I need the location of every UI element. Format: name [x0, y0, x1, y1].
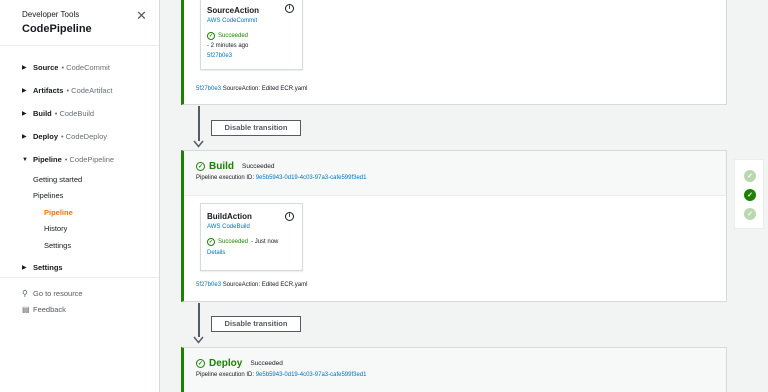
- stage-overview-panel: ✓ ✓ ✓: [734, 159, 764, 229]
- action-card-build: BuildAction i AWS CodeBuild ✓ Succeeded …: [200, 203, 303, 271]
- close-icon[interactable]: ✕: [136, 9, 147, 22]
- action-details-link[interactable]: Details: [207, 250, 302, 256]
- stage-deploy: ✓ Deploy Succeeded Pipeline execution ID…: [181, 347, 727, 392]
- sidebar-nav: ▶ Source • CodeCommit ▶ Artifacts • Code…: [0, 46, 159, 279]
- arrow-down-icon: [193, 336, 204, 344]
- group-sublabel: • CodePipeline: [64, 155, 115, 164]
- group-sublabel: • CodeCommit: [61, 63, 110, 72]
- check-circle-icon: ✓: [207, 238, 215, 246]
- transition-arrow-line: [198, 303, 200, 337]
- feedback-link[interactable]: ▤ Feedback: [22, 305, 66, 314]
- stage-commit-line: 5f27b0e3 SourceAction: Edited ECR.yaml: [196, 282, 307, 288]
- commit-id-link[interactable]: 5f27b0e3: [196, 282, 221, 288]
- sidebar-divider: [0, 277, 159, 278]
- action-status-label: Succeeded: [218, 239, 249, 245]
- caret-right-icon: ▶: [22, 134, 27, 140]
- disable-transition-button[interactable]: Disable transition: [211, 316, 301, 332]
- sidebar-group-build[interactable]: ▶ Build • CodeBuild: [0, 102, 159, 125]
- group-sublabel: • CodeDeploy: [61, 132, 108, 141]
- action-status: ✓ Succeeded - Just now: [207, 238, 302, 246]
- execution-id-link[interactable]: 9e5b5943-0d19-4c03-97a3-cafe599f3ed1: [256, 175, 367, 181]
- group-label: Deploy: [33, 132, 59, 141]
- search-icon: ⚲: [22, 289, 28, 298]
- execution-id-label: Pipeline execution ID:: [196, 372, 255, 378]
- group-label: Pipeline: [33, 155, 62, 164]
- check-circle-icon[interactable]: ✓: [744, 170, 756, 182]
- action-provider-link[interactable]: AWS CodeBuild: [207, 224, 302, 230]
- group-sublabel: • CodeArtifact: [66, 86, 113, 95]
- sidebar-item-settings[interactable]: Settings: [0, 237, 159, 254]
- stage-build: ✓ Build Succeeded Pipeline execution ID:…: [181, 150, 727, 302]
- check-circle-icon: ✓: [207, 32, 215, 40]
- stage-status: Succeeded: [242, 163, 275, 170]
- check-circle-icon: ✓: [196, 162, 205, 171]
- group-label: Settings: [33, 262, 63, 272]
- action-provider-link[interactable]: AWS CodeCommit: [207, 18, 302, 24]
- arrow-down-icon: [193, 140, 204, 148]
- action-status-label: Succeeded: [218, 33, 249, 39]
- commit-id-link[interactable]: 5f27b0e3: [196, 86, 221, 92]
- sidebar-item-pipeline[interactable]: Pipeline: [0, 204, 159, 221]
- sidebar-group-pipeline[interactable]: ▼ Pipeline • CodePipeline: [0, 148, 159, 171]
- action-time: - Just now: [251, 239, 279, 245]
- stage-header: ✓ Deploy Succeeded Pipeline execution ID…: [184, 348, 726, 392]
- info-icon[interactable]: i: [285, 212, 294, 221]
- stage-header: ✓ Build Succeeded Pipeline execution ID:…: [184, 151, 726, 196]
- go-to-resource-label: Go to resource: [33, 289, 83, 298]
- sidebar-item-pipelines[interactable]: Pipelines: [0, 188, 159, 205]
- execution-id-link[interactable]: 9e5b5943-0d19-4c03-97a3-cafe599f3ed1: [256, 372, 367, 378]
- sidebar-item-history[interactable]: History: [0, 221, 159, 238]
- transition-arrow-line: [198, 106, 200, 141]
- feedback-label: Feedback: [33, 305, 66, 314]
- action-time: - 2 minutes ago: [207, 43, 249, 49]
- group-label: Artifacts: [33, 86, 64, 95]
- group-sublabel: • CodeBuild: [54, 109, 95, 118]
- stage-name: Build: [209, 161, 234, 172]
- action-commit-link[interactable]: 5f27b0e3: [207, 53, 302, 59]
- disable-transition-button[interactable]: Disable transition: [211, 120, 301, 136]
- caret-right-icon: ▶: [22, 111, 27, 117]
- caret-right-icon: ▶: [22, 264, 27, 271]
- group-label: Source: [33, 63, 59, 72]
- check-circle-icon[interactable]: ✓: [744, 189, 756, 201]
- check-circle-icon[interactable]: ✓: [744, 208, 756, 220]
- feedback-icon: ▤: [22, 305, 30, 314]
- caret-down-icon: ▼: [22, 156, 28, 163]
- side-navigation: Developer Tools CodePipeline ✕ ▶ Source …: [0, 0, 160, 392]
- commit-message: SourceAction: Edited ECR.yaml: [222, 86, 308, 92]
- stage-commit-line: 5f27b0e3 SourceAction: Edited ECR.yaml: [196, 86, 307, 92]
- service-title[interactable]: CodePipeline: [22, 23, 159, 35]
- caret-right-icon: ▶: [22, 65, 27, 71]
- group-label: Build: [33, 109, 52, 118]
- go-to-resource-link[interactable]: ⚲ Go to resource: [22, 289, 83, 298]
- sidebar-group-settings[interactable]: ▶ Settings: [0, 256, 159, 279]
- stage-name: Deploy: [209, 358, 243, 369]
- action-card-source: SourceAction i AWS CodeCommit ✓ Succeede…: [200, 0, 303, 70]
- sidebar-group-artifacts[interactable]: ▶ Artifacts • CodeArtifact: [0, 79, 159, 102]
- stage-title-row: ✓ Build Succeeded: [196, 161, 726, 172]
- commit-message: SourceAction: Edited ECR.yaml: [222, 282, 308, 288]
- stage-title-row: ✓ Deploy Succeeded: [196, 358, 726, 369]
- sidebar-item-getting-started[interactable]: Getting started: [0, 171, 159, 188]
- execution-id-row: Pipeline execution ID: 9e5b5943-0d19-4c0…: [196, 372, 726, 378]
- execution-id-row: Pipeline execution ID: 9e5b5943-0d19-4c0…: [196, 175, 726, 181]
- execution-id-label: Pipeline execution ID:: [196, 175, 255, 181]
- sidebar-group-source[interactable]: ▶ Source • CodeCommit: [0, 56, 159, 79]
- stage-source: SourceAction i AWS CodeCommit ✓ Succeede…: [181, 0, 727, 105]
- sidebar-header: Developer Tools CodePipeline: [0, 0, 159, 46]
- caret-right-icon: ▶: [22, 88, 27, 94]
- action-status: ✓ Succeeded: [207, 32, 302, 40]
- stage-status: Succeeded: [250, 360, 283, 367]
- sidebar-group-deploy[interactable]: ▶ Deploy • CodeDeploy: [0, 125, 159, 148]
- info-icon[interactable]: i: [285, 4, 294, 13]
- check-circle-icon: ✓: [196, 359, 205, 368]
